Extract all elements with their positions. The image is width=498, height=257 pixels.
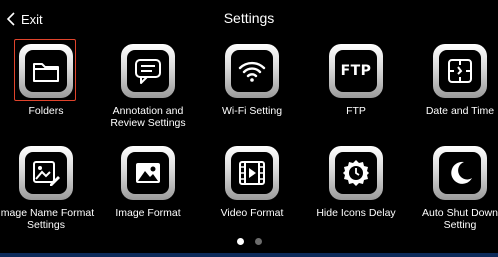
tile-label: Video Format bbox=[220, 207, 284, 219]
tile-image-format[interactable]: Image Format bbox=[98, 146, 198, 219]
image-edit-icon bbox=[33, 161, 60, 186]
bottom-edge bbox=[0, 253, 498, 257]
tile-wifi[interactable]: Wi-Fi Setting bbox=[202, 44, 302, 117]
settings-grid: Folders Annotation and Review Settings W… bbox=[0, 39, 498, 240]
clock-icon bbox=[448, 59, 472, 83]
tile-label: Hide Icons Delay bbox=[316, 207, 396, 219]
video-icon bbox=[239, 161, 265, 185]
tile-hide-icons-delay[interactable]: Hide Icons Delay bbox=[306, 146, 406, 219]
page-title: Settings bbox=[223, 10, 275, 26]
tile-image-name-format[interactable]: Image Name Format Settings bbox=[0, 146, 96, 231]
tile-label: Date and Time bbox=[425, 105, 495, 117]
message-icon bbox=[135, 59, 161, 84]
tile-label: Auto Shut Down Setting bbox=[422, 207, 498, 231]
tile-label: FTP bbox=[346, 105, 366, 117]
tile-folders[interactable]: Folders bbox=[0, 39, 96, 117]
tile-auto-shut-down[interactable]: Auto Shut Down Setting bbox=[410, 146, 498, 231]
moon-icon bbox=[451, 161, 472, 184]
page-indicator bbox=[0, 238, 498, 245]
tile-date-time[interactable]: Date and Time bbox=[410, 44, 498, 117]
tile-ftp[interactable]: FTP FTP bbox=[306, 44, 406, 117]
page-dot-1[interactable] bbox=[236, 238, 244, 245]
tile-video-format[interactable]: Video Format bbox=[202, 146, 302, 219]
tile-label: Annotation and Review Settings bbox=[110, 105, 186, 129]
tile-label: Image Name Format Settings bbox=[0, 207, 95, 231]
ftp-icon: FTP bbox=[340, 63, 372, 79]
timer-icon bbox=[343, 160, 369, 186]
wifi-icon bbox=[238, 61, 266, 82]
tile-label: Folders bbox=[28, 105, 64, 117]
image-icon bbox=[136, 163, 160, 183]
page-dot-2[interactable] bbox=[254, 238, 262, 245]
top-bar: Exit Settings bbox=[0, 0, 498, 38]
tile-annotation-review[interactable]: Annotation and Review Settings bbox=[98, 44, 198, 129]
selection-frame bbox=[14, 39, 76, 101]
tile-label: Wi-Fi Setting bbox=[221, 105, 283, 117]
tile-label: Image Format bbox=[115, 207, 181, 219]
